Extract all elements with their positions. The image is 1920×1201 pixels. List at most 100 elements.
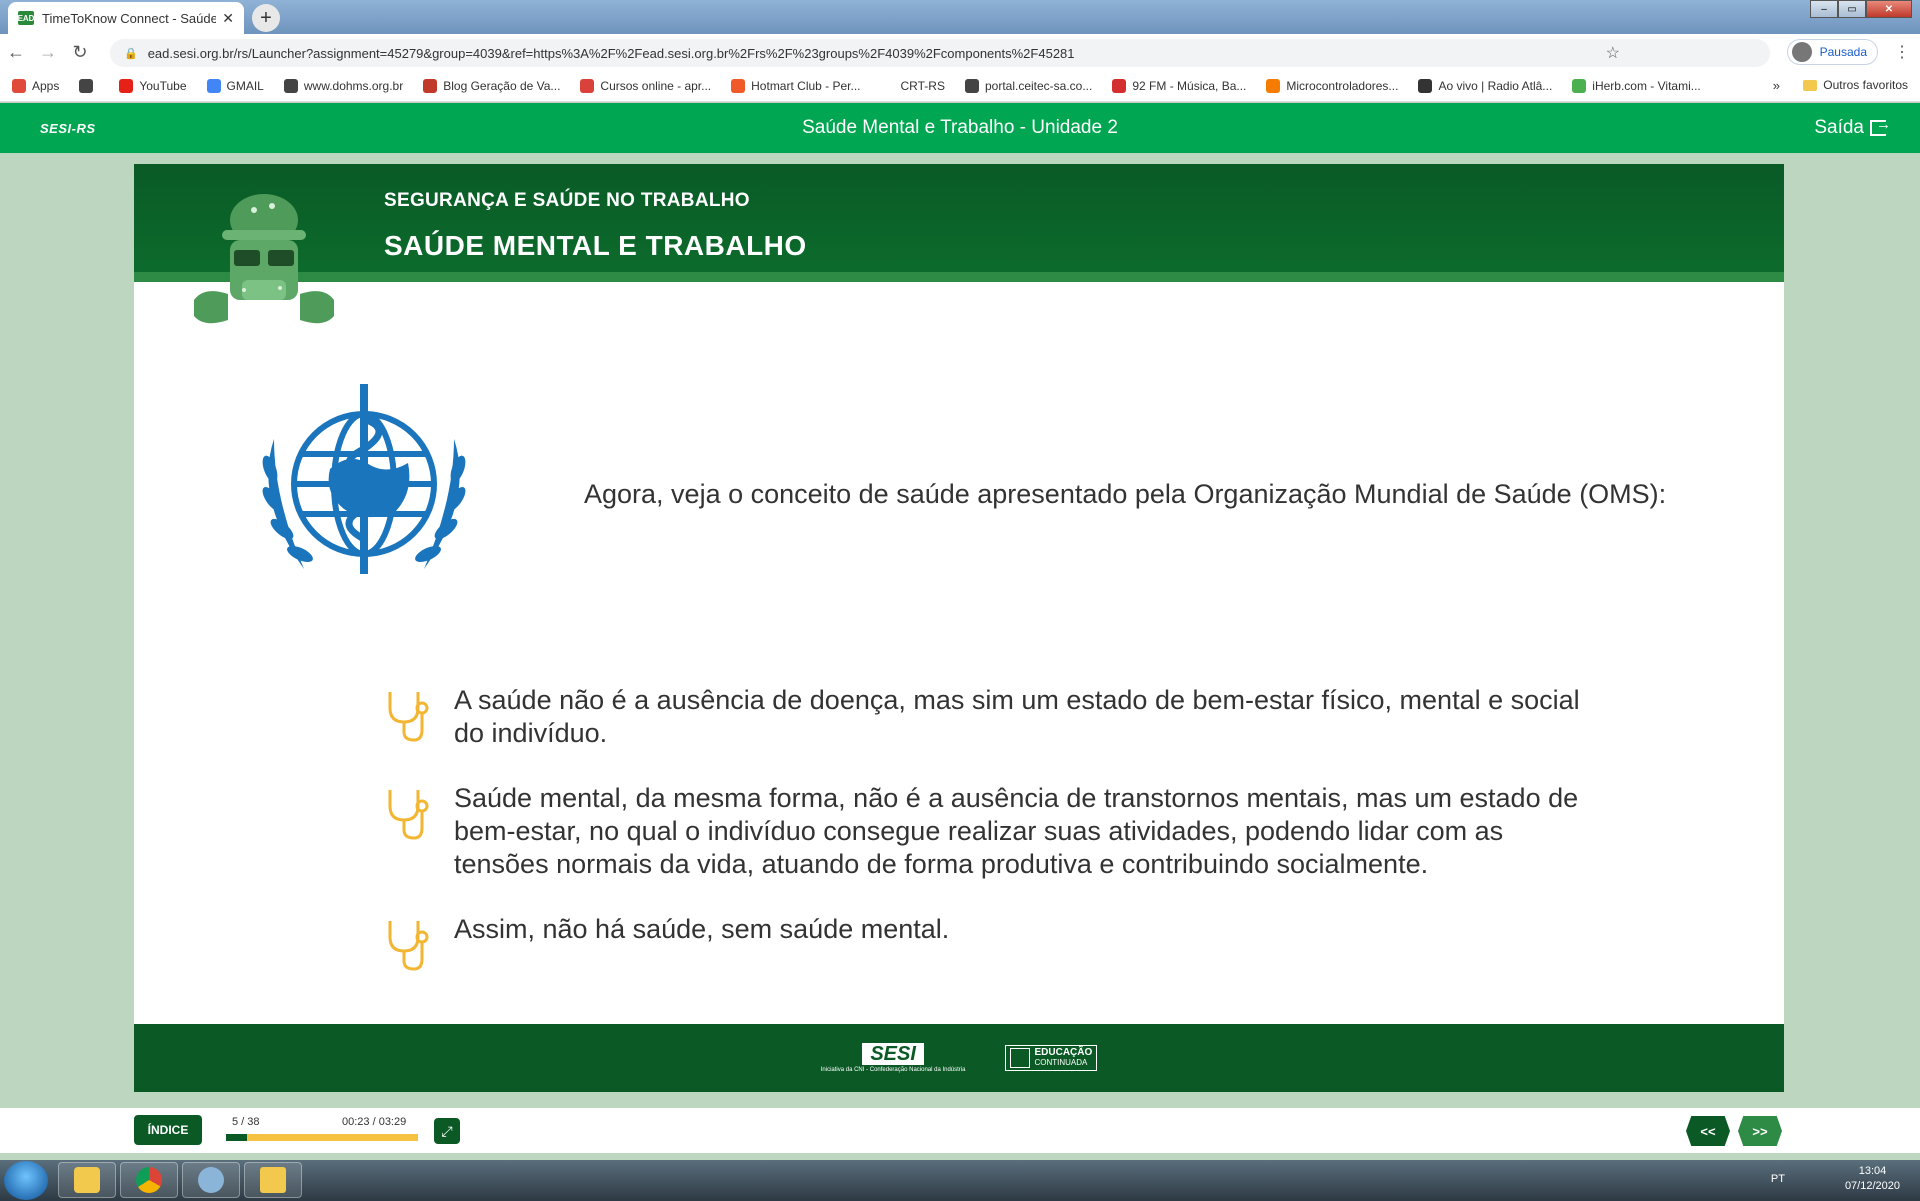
course-kicker: SEGURANÇA E SAÚDE NO TRABALHO: [384, 190, 750, 211]
bookmark-favicon-icon: [283, 78, 298, 93]
address-bar[interactable]: 🔒 ead.sesi.org.br/rs/Launcher?assignment…: [110, 39, 1770, 67]
folder-icon: [1803, 79, 1818, 91]
lock-icon: 🔒: [124, 47, 138, 60]
previous-button[interactable]: <<: [1686, 1116, 1730, 1146]
profile-label: Pausada: [1819, 45, 1867, 59]
bookmark-star-icon[interactable]: ☆: [1606, 43, 1620, 63]
course-title: SAÚDE MENTAL E TRABALHO: [384, 230, 807, 261]
player-controls: ÍNDICE 5 / 38 00:23 / 03:29 ⤢ << >>: [0, 1108, 1920, 1153]
minimize-button[interactable]: –: [1810, 0, 1838, 18]
bookmark-favicon-icon: [206, 78, 221, 93]
bookmark-item[interactable]: GMAIL: [206, 78, 264, 93]
taskbar-mail-app[interactable]: [58, 1162, 116, 1198]
bookmark-item[interactable]: 92 FM - Música, Ba...: [1112, 78, 1246, 93]
progress-fill: [226, 1134, 248, 1141]
stethoscope-icon: [388, 692, 429, 742]
list-item: Assim, não há saúde, sem saúde mental.: [384, 913, 1584, 971]
tab-close-icon[interactable]: ✕: [222, 10, 234, 27]
bookmark-item[interactable]: CRT-RS: [880, 78, 945, 93]
bookmark-item[interactable]: [79, 78, 99, 93]
bookmark-label: portal.ceitec-sa.co...: [984, 78, 1093, 93]
taskbar-paint-app[interactable]: [182, 1162, 240, 1198]
bookmarks-bar: Apps YouTube GMAIL www.dohms.org.br Blog Ger…: [0, 70, 1920, 102]
bookmark-favicon-icon: [880, 78, 895, 93]
maximize-button[interactable]: ▭: [1838, 0, 1866, 18]
app-header: SESI-RS Saúde Mental e Trabalho - Unidad…: [0, 103, 1920, 153]
list-item: Saúde mental, da mesma forma, não é a au…: [384, 782, 1584, 881]
clock[interactable]: 13:04 07/12/2020: [1845, 1164, 1900, 1194]
kebab-menu-icon[interactable]: ⋮: [1894, 42, 1910, 62]
reload-icon[interactable]: ↻: [64, 42, 96, 63]
bookmarks-overflow-button[interactable]: »: [1773, 78, 1780, 93]
bookmark-item[interactable]: YouTube: [119, 78, 187, 93]
profile-button[interactable]: Pausada: [1786, 39, 1878, 65]
new-tab-button[interactable]: +: [252, 4, 280, 32]
bookmark-item[interactable]: iHerb.com - Vitami...: [1572, 78, 1701, 93]
clock-date: 07/12/2020: [1844, 1180, 1900, 1192]
app-title: Saúde Mental e Trabalho - Unidade 2: [802, 117, 1118, 138]
bookmark-item[interactable]: Ao vivo | Radio Atlâ...: [1418, 78, 1552, 93]
back-arrow-icon[interactable]: ←: [0, 42, 32, 63]
bullet-list: A saúde não é a ausência de doença, mas …: [384, 684, 1584, 978]
course-header: SEGURANÇA E SAÚDE NO TRABALHO SAÚDE MENT…: [134, 164, 1784, 282]
mail-icon: [74, 1167, 100, 1193]
bookmark-favicon-icon: [12, 78, 26, 93]
course-footer: SESI Iniciativa da CNI - Confederação Na…: [134, 1024, 1784, 1092]
folder-icon: [260, 1167, 286, 1193]
bookmark-item[interactable]: www.dohms.org.br: [283, 78, 403, 93]
bookmark-item[interactable]: Blog Geração de Va...: [423, 78, 561, 93]
browser-toolbar: ← → ↻ 🔒 ead.sesi.org.br/rs/Launcher?assi…: [0, 34, 1920, 70]
bookmark-favicon-icon: [1572, 78, 1587, 93]
edu-logo-line1: EDUCAÇÃO: [1034, 1047, 1093, 1058]
ead-favicon-icon: EAD: [18, 11, 34, 25]
educacao-continuada-logo: EDUCAÇÃO CONTINUADA: [1005, 1045, 1098, 1071]
bookmark-label: YouTube: [139, 78, 187, 93]
browser-tab-bar: EAD TimeToKnow Connect - Saúde M ✕ + – ▭…: [0, 0, 1920, 34]
list-item: A saúde não é a ausência de doença, mas …: [384, 684, 1584, 750]
bookmark-label: Blog Geração de Va...: [443, 78, 561, 93]
other-bookmarks-folder[interactable]: Outros favoritos: [1803, 78, 1908, 92]
bookmark-favicon-icon: [1418, 78, 1433, 93]
bookmark-item[interactable]: Cursos online - apr...: [580, 78, 712, 93]
url-text: ead.sesi.org.br/rs/Launcher?assignment=4…: [147, 45, 1075, 61]
bookmark-item[interactable]: Apps: [12, 78, 60, 93]
avatar: [1791, 42, 1812, 62]
time-counter: 00:23 / 03:29: [342, 1116, 407, 1128]
bookmark-favicon-icon: [731, 78, 746, 93]
bookmark-label: Microcontroladores...: [1286, 78, 1399, 93]
bookmark-label: iHerb.com - Vitami...: [1592, 78, 1701, 93]
bookmark-item[interactable]: portal.ceitec-sa.co...: [964, 78, 1093, 93]
bookmark-item[interactable]: Hotmart Club - Per...: [731, 78, 861, 93]
index-button[interactable]: ÍNDICE: [134, 1115, 202, 1145]
next-button[interactable]: >>: [1738, 1116, 1782, 1146]
exit-icon: [1870, 116, 1891, 136]
taskbar-chrome-app[interactable]: [120, 1162, 178, 1198]
forward-arrow-icon[interactable]: →: [32, 42, 64, 63]
edu-logo-line2: CONTINUADA: [1034, 1058, 1088, 1067]
bookmark-favicon-icon: [119, 78, 134, 93]
start-button[interactable]: [4, 1161, 48, 1200]
progress-bar[interactable]: [226, 1134, 418, 1141]
fullscreen-icon[interactable]: ⤢: [434, 1118, 460, 1144]
course-slide: SEGURANÇA E SAÚDE NO TRABALHO SAÚDE MENT…: [134, 164, 1784, 1092]
close-window-button[interactable]: ✕: [1866, 0, 1912, 18]
bookmark-label: Cursos online - apr...: [600, 78, 712, 93]
sesi-logo: SESI Iniciativa da CNI - Confederação Na…: [821, 1042, 965, 1074]
bullet-text: Saúde mental, da mesma forma, não é a au…: [454, 783, 1579, 879]
bookmark-label: CRT-RS: [900, 78, 945, 93]
bullet-text: A saúde não é a ausência de doença, mas …: [454, 685, 1580, 748]
exit-button[interactable]: Saída: [1814, 116, 1891, 139]
bookmark-favicon-icon: [1266, 78, 1281, 93]
bookmark-favicon-icon: [1112, 78, 1127, 93]
system-tray: PT 13:04 07/12/2020: [1771, 1164, 1900, 1194]
bookmark-item[interactable]: Microcontroladores...: [1266, 78, 1399, 93]
bookmark-favicon-icon: [79, 78, 94, 93]
browser-tab[interactable]: EAD TimeToKnow Connect - Saúde M ✕: [8, 2, 244, 34]
language-indicator[interactable]: PT: [1771, 1173, 1785, 1185]
bookmark-label: Apps: [32, 78, 60, 93]
window-controls: – ▭ ✕: [1810, 0, 1912, 18]
intro-text: Agora, veja o conceito de saúde apresent…: [584, 479, 1667, 509]
brand-logo: SESI-RS: [40, 120, 96, 136]
taskbar-explorer-app[interactable]: [244, 1162, 302, 1198]
education-icon: [1010, 1048, 1031, 1068]
